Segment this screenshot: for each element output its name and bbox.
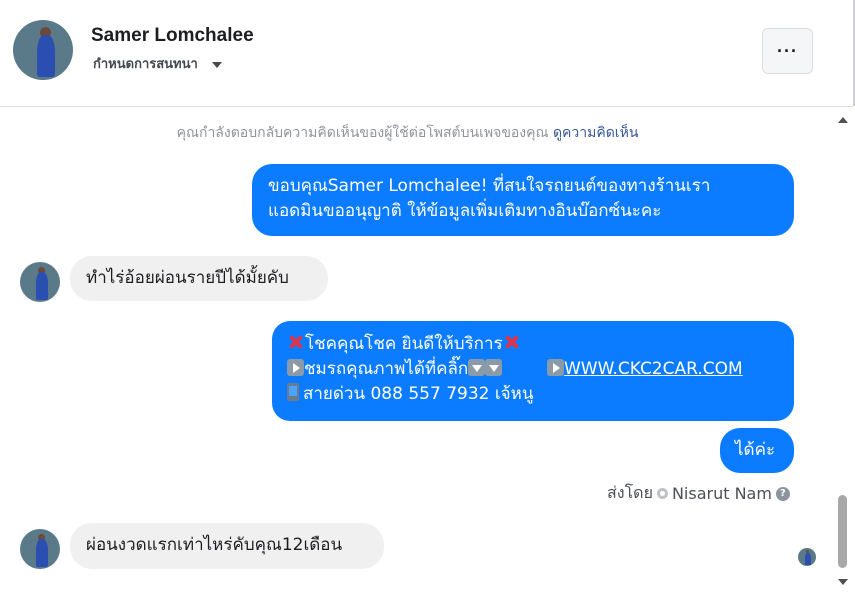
message-line: โชคคุณโชค ยินดีให้บริการ	[287, 332, 779, 357]
message-line: ขอบคุณSamer Lomchalee! ที่สนใจรถยนต์ของท…	[268, 176, 711, 196]
manage-conversation-dropdown[interactable]: กำหนดการสนทนา	[93, 53, 222, 74]
conversation-header: Samer Lomchalee กำหนดการสนทนา ···	[0, 0, 853, 107]
help-icon[interactable]: ?	[775, 486, 790, 501]
sent-by: ส่งโดย Nisarut Nam ?	[607, 481, 790, 506]
view-comment-link[interactable]: ดูความคิดเห็น	[553, 125, 638, 141]
message-bubble-outgoing[interactable]: ขอบคุณSamer Lomchalee! ที่สนใจรถยนต์ของท…	[252, 164, 794, 236]
mobile-phone-emoji-icon	[287, 383, 299, 401]
play-emoji-icon	[546, 359, 564, 376]
message-bubble-incoming[interactable]: ผ่อนงวดแรกเท่าไหร่คับคุณ12เดือน	[70, 523, 384, 569]
message-text: สายด่วน 088 557 7932 เจ้หนู	[303, 384, 534, 404]
manage-label: กำหนดการสนทนา	[93, 57, 198, 72]
scrollbar-thumb[interactable]	[838, 495, 847, 568]
admin-icon	[656, 488, 668, 499]
notice-text: คุณกำลังตอบกลับความคิดเห็นของผู้ใช้ต่อโพ…	[176, 125, 549, 141]
message-bubble-outgoing[interactable]: โชคคุณโชค ยินดีให้บริการ ชมรถคุณภาพได้ที…	[272, 321, 794, 421]
message-line: แอดมินขออนุญาติ ให้ข้อมูลเพิ่มเติมทางอิน…	[268, 201, 662, 221]
scroll-up-icon[interactable]	[838, 117, 848, 123]
more-options-button[interactable]: ···	[762, 28, 813, 74]
sender-avatar[interactable]	[20, 262, 60, 302]
caret-down-icon	[211, 61, 222, 68]
down-arrow-emoji-icon	[468, 359, 486, 376]
sent-by-name[interactable]: Nisarut Nam	[672, 484, 772, 503]
message-text: โชคคุณโชค ยินดีให้บริการ	[305, 334, 503, 354]
message-line: สายด่วน 088 557 7932 เจ้หนู	[287, 382, 779, 407]
message-line: ชมรถคุณภาพได้ที่คลิ๊ก WWW.CKC2CAR.COM	[287, 357, 779, 382]
profile-avatar[interactable]	[13, 20, 73, 80]
sender-avatar[interactable]	[20, 529, 60, 569]
contact-name[interactable]: Samer Lomchalee	[91, 25, 254, 47]
reply-notice: คุณกำลังตอบกลับความคิดเห็นของผู้ใช้ต่อโพ…	[0, 122, 815, 144]
website-link[interactable]: WWW.CKC2CAR.COM	[564, 359, 743, 379]
down-arrow-emoji-icon	[485, 359, 503, 376]
message-text: ชมรถคุณภาพได้ที่คลิ๊ก	[304, 359, 469, 379]
anger-emoji-icon	[503, 333, 521, 351]
message-bubble-incoming[interactable]: ทำไร่อ้อยผ่อนรายปีได้มั้ยคับ	[70, 256, 328, 301]
sent-by-label: ส่งโดย	[607, 483, 653, 502]
anger-emoji-icon	[287, 333, 305, 351]
message-bubble-outgoing[interactable]: ได้ค่ะ	[720, 428, 794, 473]
seen-avatar-icon	[798, 548, 816, 566]
play-emoji-icon	[287, 359, 304, 376]
scroll-down-icon[interactable]	[838, 579, 848, 585]
